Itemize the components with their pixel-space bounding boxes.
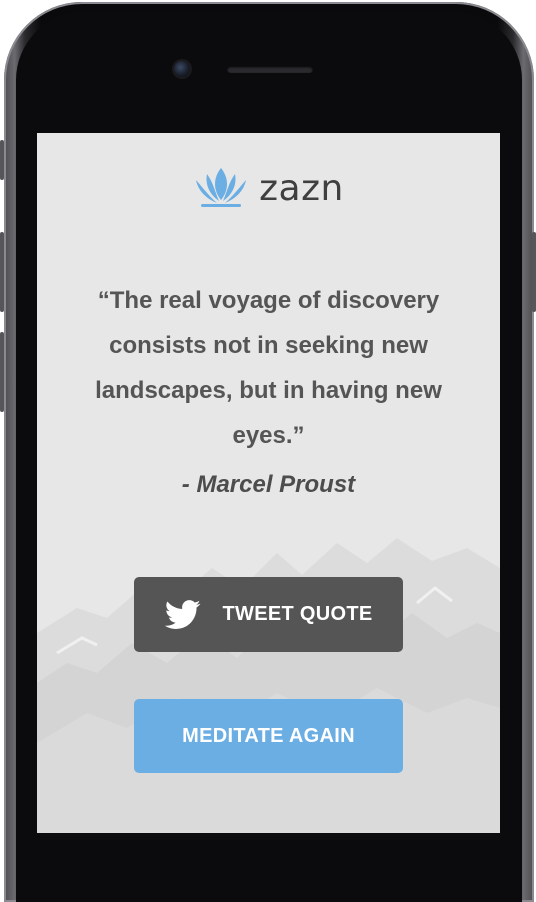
earpiece-speaker [227, 66, 313, 73]
phone-volume-up-button [0, 232, 4, 312]
tweet-quote-label: TWEET QUOTE [222, 603, 373, 625]
twitter-bird-icon [164, 599, 200, 629]
quote-author: - Marcel Proust [181, 471, 356, 498]
app-name: zazn [259, 167, 344, 209]
mountain-background [37, 538, 500, 833]
tweet-quote-button[interactable]: TWEET QUOTE [134, 577, 403, 652]
phone-side-button [0, 140, 4, 180]
quote-text: “The real voyage of discovery consists n… [95, 287, 442, 449]
front-camera [174, 61, 190, 77]
app-screen: zazn “The real voyage of discovery consi… [37, 133, 500, 833]
phone-volume-down-button [0, 332, 4, 412]
meditate-again-button[interactable]: MEDITATE AGAIN [134, 699, 403, 773]
meditate-again-label: MEDITATE AGAIN [182, 724, 355, 747]
lotus-icon [196, 168, 247, 207]
phone-power-button [532, 232, 536, 312]
app-logo: zazn [37, 163, 500, 213]
